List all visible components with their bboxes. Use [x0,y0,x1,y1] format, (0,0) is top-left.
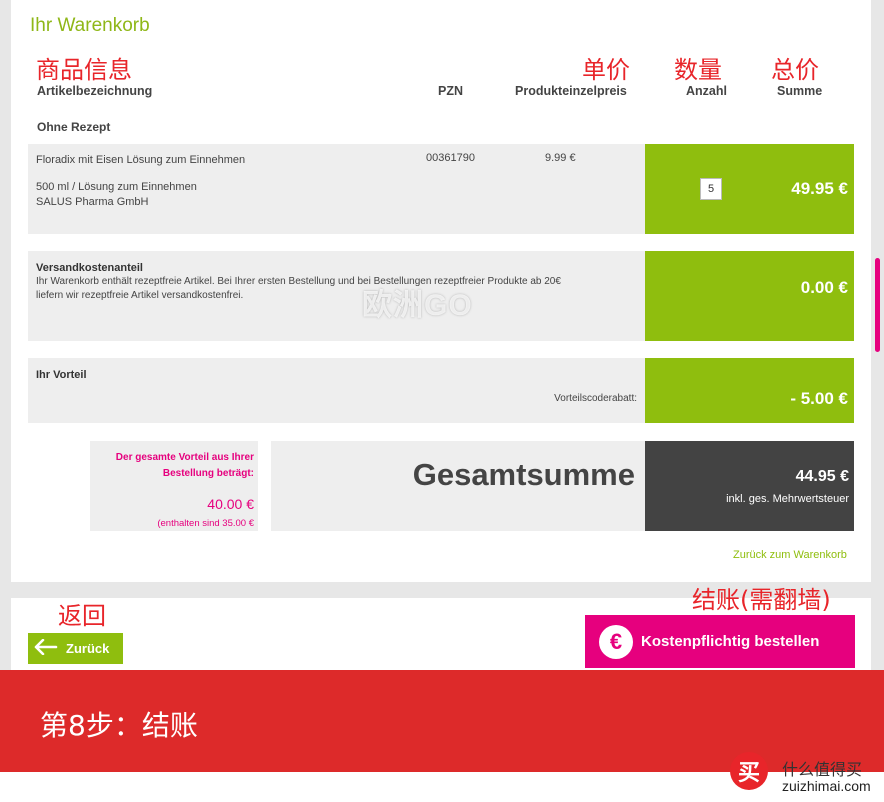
order-button-label: Kostenpflichtig bestellen [641,633,820,650]
product-sum: 49.95 € [791,179,848,198]
product-manufacturer: SALUS Pharma GmbH [36,196,149,208]
total-label-cell: Gesamtsumme [271,441,645,531]
annotation-product-info: 商品信息 [36,56,132,84]
arrow-left-icon [34,638,58,658]
column-header-unit-price: Produkteinzelpreis [515,84,627,98]
annotation-checkout: 结账(需翻墙) [692,586,831,614]
brand-logo-icon: 买 [730,752,768,790]
step-banner-text: 第8步：结账 [40,709,198,742]
column-header-sum: Summe [777,84,823,98]
column-header-quantity: Anzahl [686,84,727,98]
annotation-unit-price: 单价 [582,56,630,84]
total-tax-note: inkl. ges. Mehrwertsteuer [726,493,849,505]
shipping-text-line2: liefern wir rezeptfreie Artikel versandk… [36,290,244,301]
shipping-amount-cell: 0.00 € [645,251,854,341]
annotation-quantity: 数量 [674,56,722,84]
column-header-pzn: PZN [438,84,463,98]
advantage-title: Ihr Vorteil [36,369,87,381]
product-name: Floradix mit Eisen Lösung zum Einnehmen [36,154,246,166]
shipping-text-line1: Ihr Warenkorb enthält rezeptfreie Artike… [36,276,561,287]
brand-url: zuizhimai.com [782,778,871,794]
scrollbar-thumb[interactable] [875,258,880,352]
savings-text-line1: Der gesamte Vorteil aus Ihrer [115,452,254,463]
product-unit-price: 9.99 € [545,152,576,164]
brand-watermark: 买 什么值得买 zuizhimai.com [730,752,880,800]
page-title: Ihr Warenkorb [30,15,150,36]
total-amount: 44.95 € [795,468,849,485]
shipping-title: Versandkostenanteil [36,262,143,274]
section-label: Ohne Rezept [37,120,111,134]
product-pzn: 00361790 [426,152,475,164]
shipping-amount: 0.00 € [800,278,848,297]
quantity-input[interactable]: 5 [700,178,722,200]
savings-text-line2: Bestellung beträgt: [162,468,254,479]
total-amount-cell: 44.95 € inkl. ges. Mehrwertsteuer [645,441,854,531]
euro-icon: € [599,624,633,659]
back-to-cart-link[interactable]: Zurück zum Warenkorb [733,549,847,561]
back-button-label: Zurück [66,641,110,656]
order-button[interactable]: € Kostenpflichtig bestellen [585,615,855,668]
product-detail: 500 ml / Lösung zum Einnehmen [36,181,197,193]
watermark-logo: 欧洲GO [362,289,473,322]
shipping-row: Versandkostenanteil Ihr Warenkorb enthäl… [28,251,645,341]
total-label: Gesamtsumme [412,457,635,492]
product-row: Floradix mit Eisen Lösung zum Einnehmen … [28,144,645,234]
column-header-article: Artikelbezeichnung [37,84,153,98]
product-sum-cell: 49.95 € [645,144,854,234]
savings-amount: 40.00 € [207,496,254,512]
back-button[interactable]: Zurück [28,633,123,664]
savings-box: Der gesamte Vorteil aus Ihrer Bestellung… [90,441,258,531]
advantage-label: Vorteilscoderabatt: [554,393,637,404]
advantage-amount-cell: - 5.00 € [645,358,854,423]
advantage-amount: - 5.00 € [790,389,848,408]
advantage-row: Ihr Vorteil Vorteilscoderabatt: [28,358,645,423]
savings-note: (enthalten sind 35.00 € [157,518,254,529]
annotation-total-price: 总价 [771,56,819,84]
brand-name: 什么值得买 [782,760,863,779]
annotation-back: 返回 [58,602,106,630]
